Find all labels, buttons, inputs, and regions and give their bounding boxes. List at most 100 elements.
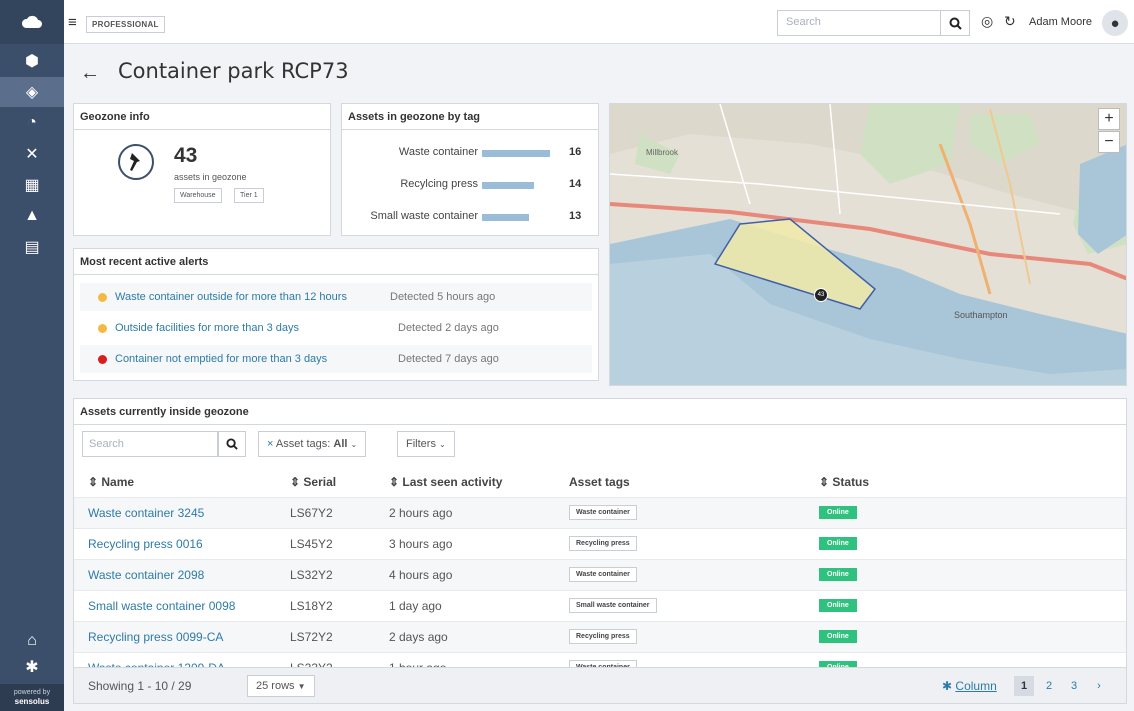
alert-row[interactable]: Outside facilities for more than 3 days … <box>80 314 592 342</box>
asset-name-link[interactable]: Waste container 2098 <box>88 568 204 582</box>
geozone-info-heading: Geozone info <box>74 104 330 130</box>
geozone-asset-count: 43 <box>174 144 198 167</box>
back-arrow-icon[interactable]: ← <box>80 62 100 85</box>
search-icon[interactable] <box>940 10 970 36</box>
sidebar-item-geozones[interactable]: ◈ <box>0 77 64 107</box>
table-row[interactable]: Waste container 2098 LS32Y2 4 hours ago … <box>74 559 1126 590</box>
caret-down-icon: ▼ <box>297 682 306 691</box>
tag-bar <box>482 214 529 221</box>
sidebar-item-dashboard[interactable]: ▦ <box>0 170 64 200</box>
asset-tags-filter[interactable]: × Asset tags: All ⌄ <box>258 431 367 457</box>
table-row[interactable]: Waste container 3245 LS67Y2 2 hours ago … <box>74 497 1126 528</box>
alert-row[interactable]: Waste container outside for more than 12… <box>80 283 592 311</box>
sidebar-item-tools[interactable]: ✕ <box>0 139 64 169</box>
asset-name-link[interactable]: Waste container 3245 <box>88 506 204 520</box>
alert-text[interactable]: Container not emptied for more than 3 da… <box>115 353 327 365</box>
next-page-icon[interactable]: › <box>1089 676 1109 696</box>
column-header-name[interactable]: ⇕ Name <box>88 475 134 489</box>
filters-dropdown[interactable]: Filters ⌄ <box>397 431 455 457</box>
sidebar-item-settings[interactable]: ✱ <box>0 652 64 682</box>
page-1-button[interactable]: 1 <box>1014 676 1034 696</box>
asset-tag-badge: Recycling press <box>569 629 637 644</box>
tag-label: Waste container <box>398 146 478 158</box>
table-row[interactable]: Recycling press 0099-CA LS72Y2 2 days ag… <box>74 621 1126 652</box>
alert-row[interactable]: Container not emptied for more than 3 da… <box>80 345 592 373</box>
table-row[interactable]: Small waste container 0098 LS18Y2 1 day … <box>74 590 1126 621</box>
assets-by-tag-card: Assets in geozone by tag Waste container… <box>341 103 599 236</box>
cloud-logo-icon[interactable] <box>0 0 64 44</box>
assets-table-card: Assets currently inside geozone Search ×… <box>73 398 1127 704</box>
map-marker-count: 43 <box>817 292 825 298</box>
zoom-in-button[interactable]: + <box>1098 108 1120 130</box>
sidebar-item-reports[interactable]: ▤ <box>0 232 64 262</box>
menu-icon[interactable]: ≡ <box>68 14 77 31</box>
column-settings-button[interactable]: ✱ Column <box>942 679 997 693</box>
column-button-label: Column <box>955 679 997 693</box>
table-search-input[interactable]: Search <box>82 431 218 457</box>
geozone-map[interactable]: Millbrook Southampton 43 + − <box>609 103 1127 386</box>
column-header-status[interactable]: ⇕ Status <box>819 475 869 489</box>
sidebar-item-history[interactable]: ◔ <box>0 108 64 138</box>
tag-label: Recylcing press <box>400 178 478 190</box>
asset-name-link[interactable]: Recycling press 0016 <box>88 537 203 551</box>
column-header-serial[interactable]: ⇕ Serial <box>290 475 336 489</box>
search-icon[interactable] <box>218 431 246 457</box>
geozone-info-card: Geozone info 43 assets in geozone Wareho… <box>73 103 331 236</box>
column-header-label: Name <box>101 475 135 489</box>
sidebar: ⬢ ◈ ◔ ✕ ▦ ▲ ▤ ⌂ ✱ powered by sensolus <box>0 0 64 711</box>
tag-value: 16 <box>569 146 582 158</box>
asset-tags-filter-value: All <box>333 438 348 450</box>
zoom-out-button[interactable]: − <box>1098 131 1120 153</box>
assets-by-tag-heading: Assets in geozone by tag <box>342 104 598 130</box>
gear-icon: ✱ <box>25 659 39 676</box>
page-3-button[interactable]: 3 <box>1064 676 1084 696</box>
map-place-label: Southampton <box>954 310 1008 320</box>
column-header-label: Serial <box>303 475 337 489</box>
map-marker[interactable]: 43 <box>814 288 828 302</box>
status-badge: Online <box>819 630 857 643</box>
status-badge: Online <box>819 537 857 550</box>
refresh-icon[interactable]: ↻ <box>1004 13 1016 30</box>
avatar[interactable]: ● <box>1102 10 1128 36</box>
top-bar: ≡ PROFESSIONAL Search ◎ ↻ Adam Moore ● <box>64 0 1134 44</box>
alert-text[interactable]: Outside facilities for more than 3 days <box>115 322 299 334</box>
sidebar-item-alerts[interactable]: ▲ <box>0 201 64 231</box>
clock-icon: ◔ <box>27 114 37 131</box>
geozone-count-label: assets in geozone <box>174 172 247 182</box>
brand-line2: sensolus <box>14 697 50 706</box>
alert-detected: Detected 7 days ago <box>398 353 499 365</box>
user-name[interactable]: Adam Moore <box>1029 16 1092 28</box>
column-header-last-seen[interactable]: ⇕ Last seen activity <box>389 475 502 489</box>
asset-last-seen: 4 hours ago <box>389 568 453 582</box>
sidebar-item-assets[interactable]: ⬢ <box>0 46 64 76</box>
powered-by-brand: powered by sensolus <box>0 684 64 711</box>
asset-serial: LS45Y2 <box>290 537 333 551</box>
asset-last-seen: 3 hours ago <box>389 537 453 551</box>
asset-last-seen: 2 hours ago <box>389 506 453 520</box>
asset-tag-badge: Small waste container <box>569 598 657 613</box>
tag-row: Recylcing press 14 <box>342 176 598 196</box>
clear-filter-icon[interactable]: × <box>267 438 273 450</box>
table-row[interactable]: Recycling press 0016 LS45Y2 3 hours ago … <box>74 528 1126 559</box>
alert-detected: Detected 5 hours ago <box>390 291 496 303</box>
gear-icon: ✱ <box>942 679 953 693</box>
box-icon: ⬢ <box>25 53 39 70</box>
geozone-icon: ◈ <box>25 84 39 101</box>
page-2-button[interactable]: 2 <box>1039 676 1059 696</box>
help-icon[interactable]: ◎ <box>981 13 993 30</box>
user-icon: ● <box>1110 14 1120 32</box>
asset-name-link[interactable]: Recycling press 0099-CA <box>88 630 223 644</box>
rows-per-page-select[interactable]: 25 rows ▼ <box>247 675 315 697</box>
brand-line1: powered by <box>13 689 51 696</box>
tag-bar <box>482 150 550 157</box>
asset-tags-filter-label: Asset tags: <box>275 438 331 450</box>
tag-value: 13 <box>569 210 582 222</box>
tag-label: Small waste container <box>370 210 478 222</box>
tag-value: 14 <box>569 178 582 190</box>
table-footer: Showing 1 - 10 / 29 25 rows ▼ ✱ Column 1… <box>74 667 1126 703</box>
geozone-tag-tier: Tier 1 <box>234 188 264 203</box>
map-canvas <box>610 104 1126 385</box>
asset-name-link[interactable]: Small waste container 0098 <box>88 599 235 613</box>
alert-text[interactable]: Waste container outside for more than 12… <box>115 291 347 303</box>
alerts-heading: Most recent active alerts <box>74 249 598 275</box>
